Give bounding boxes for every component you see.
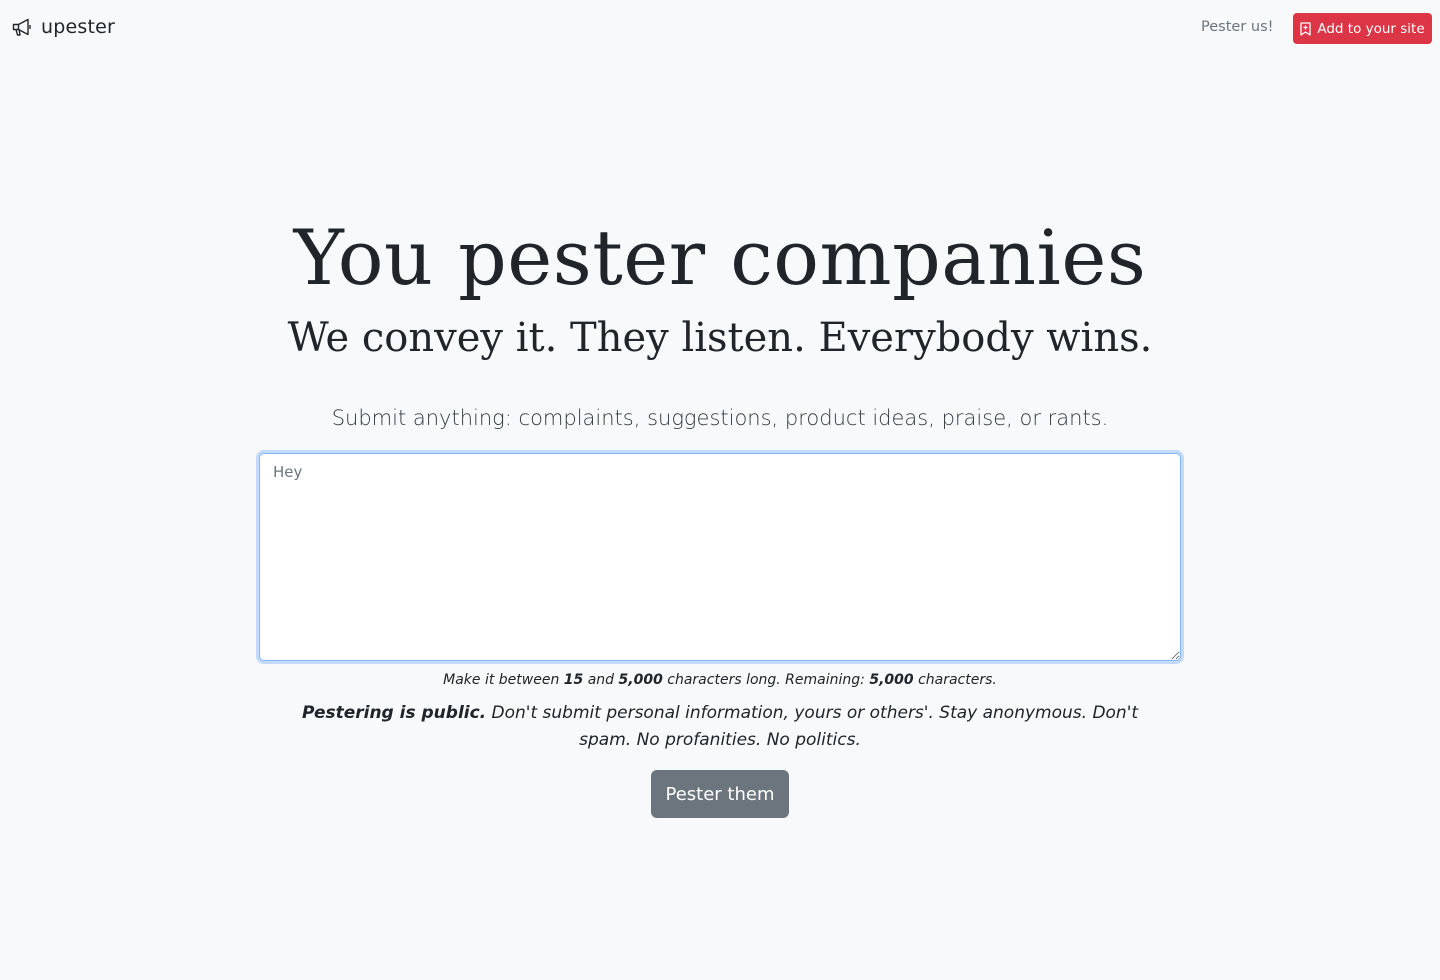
pester-us-link[interactable]: Pester us! xyxy=(1201,19,1273,35)
min-characters: 15 xyxy=(563,672,584,688)
pester-message-textarea[interactable] xyxy=(259,453,1181,661)
brand-name: upester xyxy=(41,16,116,38)
hero-title: You pester companies xyxy=(293,213,1147,302)
help-middle: characters long. Remaining: xyxy=(662,672,870,688)
submit-lead-text: Submit anything: complaints, suggestions… xyxy=(331,406,1109,430)
remaining-characters: 5,000 xyxy=(869,672,914,688)
navbar: upester Pester us! Add to your site xyxy=(0,0,1440,58)
character-limit-help: Make it between 15 and 5,000 characters … xyxy=(0,669,1440,691)
add-to-your-site-label: Add to your site xyxy=(1317,20,1425,37)
pester-them-button[interactable]: Pester them xyxy=(651,770,789,818)
help-suffix: characters. xyxy=(913,672,997,688)
megaphone-icon xyxy=(12,18,33,37)
hero-subtitle: We convey it. They listen. Everybody win… xyxy=(287,315,1153,361)
public-warning-bold: Pestering is public. xyxy=(301,703,487,723)
brand-link[interactable]: upester xyxy=(12,16,115,38)
public-warning: Pestering is public. Don't submit person… xyxy=(290,700,1150,754)
help-and: and xyxy=(583,672,619,688)
add-to-your-site-button[interactable]: Add to your site xyxy=(1293,13,1432,44)
help-prefix: Make it between xyxy=(443,672,564,688)
public-warning-text: Don't submit personal information, yours… xyxy=(486,703,1139,750)
bookmark-plus-icon xyxy=(1300,21,1311,36)
max-characters: 5,000 xyxy=(618,672,663,688)
